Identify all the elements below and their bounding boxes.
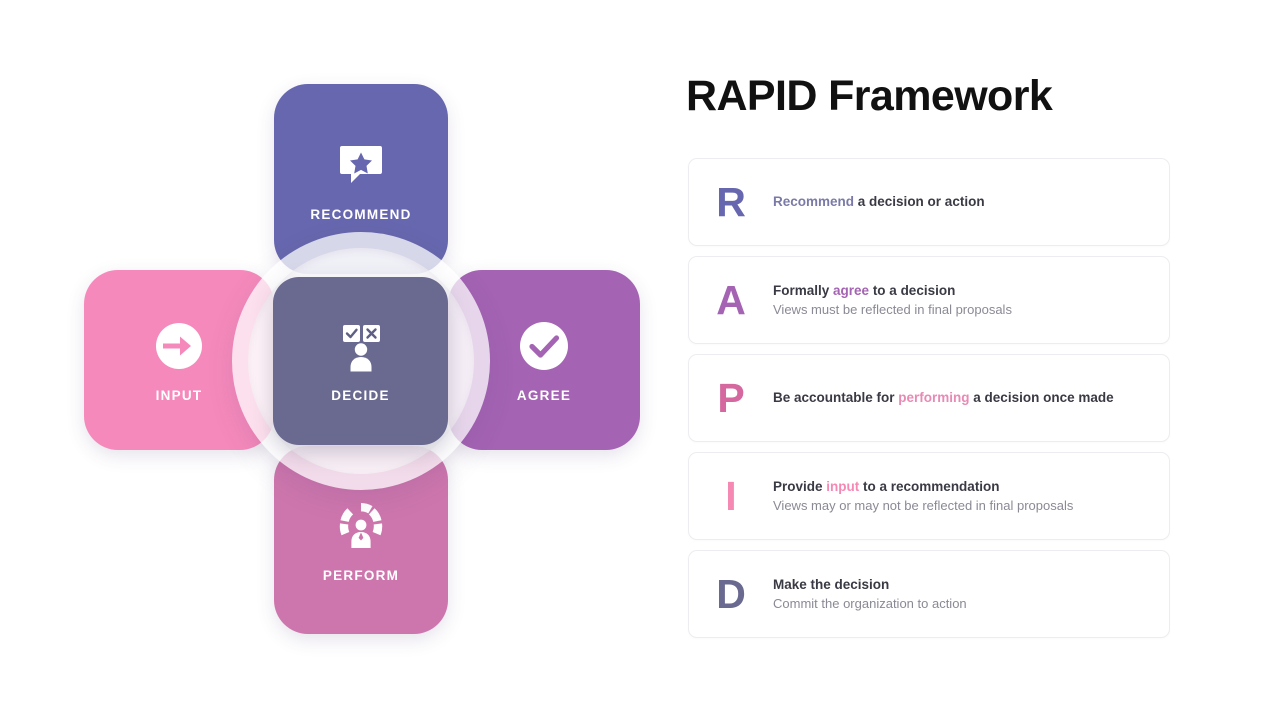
rapid-letter-d: D	[716, 570, 746, 617]
rapid-title-d: Make the decision	[773, 576, 1155, 594]
speech-bubble-star-icon	[333, 137, 389, 193]
rapid-subtitle-d: Commit the organization to action	[773, 595, 967, 611]
rapid-letter-r: R	[716, 178, 746, 225]
rapid-list-item-d[interactable]: D Make the decision Commit the organizat…	[688, 550, 1170, 638]
rapid-letter-p: P	[717, 374, 745, 421]
rapid-text-p: Be accountable for performing a decision…	[773, 389, 1169, 407]
person-in-gear-ring-icon	[333, 498, 389, 554]
rapid-title-after-p: a decision once made	[969, 389, 1114, 405]
rapid-list-item-a[interactable]: A Formally agree to a decision Views mus…	[688, 256, 1170, 344]
rapid-title-before-d: Make the decision	[773, 576, 890, 592]
rapid-title-p: Be accountable for performing a decision…	[773, 389, 1155, 407]
rapid-title-after-i: to a recommendation	[859, 478, 1000, 494]
rapid-panel: RAPID Framework R Recommend a decision o…	[686, 0, 1280, 720]
rapid-title-before-p: Be accountable for	[773, 389, 899, 405]
rapid-title-highlight-i: input	[826, 478, 860, 494]
rapid-list-item-i[interactable]: I Provide input to a recommendation View…	[688, 452, 1170, 540]
rapid-text-a: Formally agree to a decision Views must …	[773, 282, 1169, 319]
diagram-petal-label-agree: AGREE	[516, 387, 572, 403]
diagram-center-label-decide: DECIDE	[331, 387, 390, 403]
rapid-text-i: Provide input to a recommendation Views …	[773, 478, 1169, 515]
rapid-title-before-a: Formally	[773, 282, 834, 298]
rapid-subtitle-a: Views must be reflected in final proposa…	[773, 301, 1012, 317]
rapid-title-r: Recommend a decision or action	[773, 193, 1155, 211]
diagram-petal-label-perform: PERFORM	[322, 567, 400, 583]
rapid-title-a: Formally agree to a decision	[773, 282, 1155, 300]
diagram-petal-input[interactable]: INPUT	[84, 270, 274, 450]
rapid-diagram: RECOMMEND INPUT AGREE PERFORM DECIDE	[0, 0, 680, 720]
rapid-text-d: Make the decision Commit the organizatio…	[773, 576, 1169, 613]
diagram-petal-label-recommend: RECOMMEND	[310, 206, 412, 222]
rapid-title-after-a: to a decision	[869, 282, 956, 298]
rapid-title-before-i: Provide	[773, 478, 827, 494]
person-with-approve-reject-icon	[333, 320, 389, 376]
rapid-letter-a: A	[716, 276, 746, 323]
rapid-text-r: Recommend a decision or action	[773, 193, 1169, 211]
diagram-petal-label-input: INPUT	[155, 387, 203, 403]
arrow-into-circle-icon	[151, 318, 207, 374]
rapid-list-item-r[interactable]: R Recommend a decision or action	[688, 158, 1170, 246]
rapid-title-i: Provide input to a recommendation	[773, 478, 1155, 496]
check-circle-icon	[516, 318, 572, 374]
rapid-list-item-p[interactable]: P Be accountable for performing a decisi…	[688, 354, 1170, 442]
rapid-title-after-r: a decision or action	[854, 193, 985, 209]
diagram-petal-recommend[interactable]: RECOMMEND	[274, 84, 448, 274]
rapid-list: R Recommend a decision or action A Forma…	[688, 158, 1170, 648]
rapid-title-highlight-p: performing	[898, 389, 970, 405]
page-title: RAPID Framework	[686, 72, 1053, 120]
rapid-letter-i: I	[725, 472, 737, 519]
rapid-title-highlight-a: agree	[833, 282, 870, 298]
rapid-title-highlight-r: Recommend	[773, 193, 855, 209]
diagram-petal-agree[interactable]: AGREE	[448, 270, 640, 450]
diagram-center-decide[interactable]: DECIDE	[273, 277, 448, 445]
rapid-subtitle-i: Views may or may not be reflected in fin…	[773, 497, 1074, 513]
diagram-petal-perform[interactable]: PERFORM	[274, 446, 448, 634]
